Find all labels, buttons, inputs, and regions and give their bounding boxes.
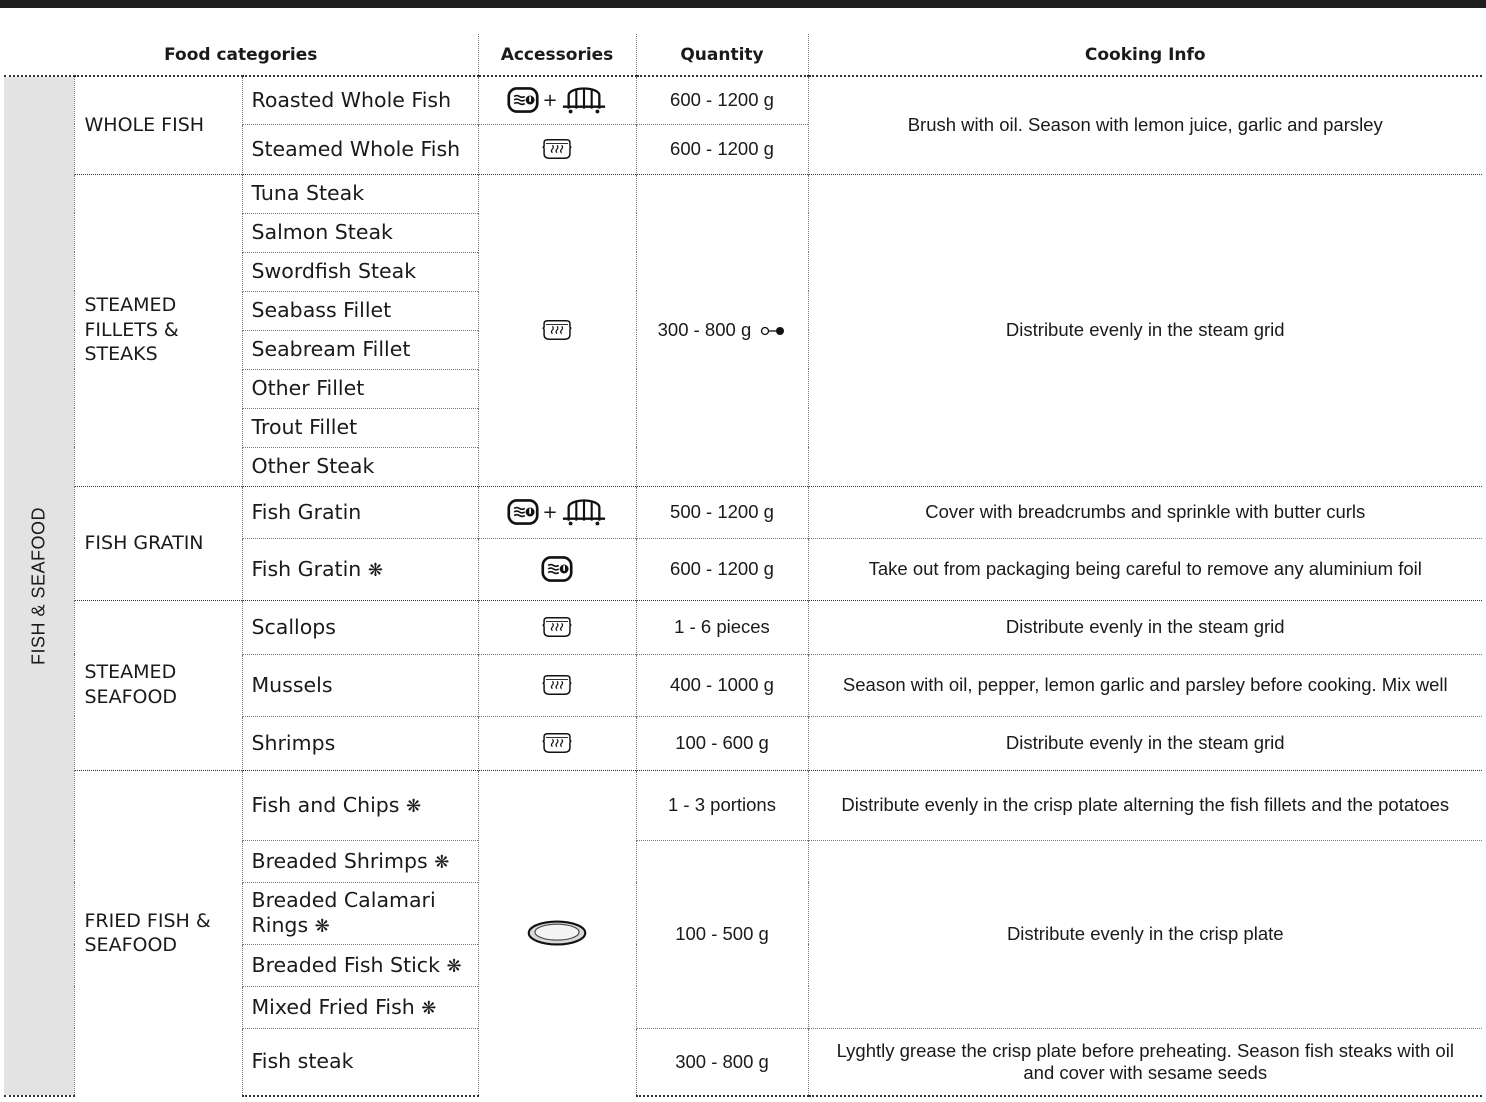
food-label: Breaded Shrimps [251,848,428,873]
quantity-cell: 1 - 6 pieces [635,599,808,654]
quantity-cell: 300 - 800 g [635,173,808,486]
table-row: FISH & SEAFOOD WHOLE FISH Roasted Whole … [4,75,1482,1097]
steamer-icon [540,673,574,697]
category-whole-fish: WHOLE FISH [73,75,242,174]
accessories-cell [477,653,636,716]
food-item: Fish Gratin ❋ [241,537,478,600]
category-steamed-fillets: STEAMED FILLETS & STEAKS [73,173,242,486]
food-item: Mixed Fried Fish ❋ [241,985,478,1028]
snowflake-icon: ❋ [434,851,450,873]
accessories-cell [477,769,636,1096]
snowflake-icon: ❋ [367,559,383,581]
food-item: Fish and Chips ❋ [241,769,478,840]
snowflake-icon: ❋ [314,916,330,937]
food-label: Breaded Fish Stick [251,952,440,977]
accessories-cell: + [477,75,636,124]
quantity-cell: 300 - 800 g [635,1027,808,1097]
food-item: Breaded Calamari Rings ❋ [241,881,478,944]
plus-sign: + [542,501,558,523]
snowflake-icon: ❋ [446,955,462,977]
quantity-cell: 600 - 1200 g [635,75,808,124]
food-item: Tuna Steak [241,173,478,213]
food-item: Other Fillet [241,368,478,408]
rack-icon [561,85,607,115]
steamer-icon [540,615,574,639]
food-label: Fish and Chips [251,792,400,817]
baking-dish-icon [541,555,573,583]
table-row: STEAMED SEAFOOD Scallops 1 - 6 pieces Di… [4,599,1482,770]
food-label: Breaded Calamari Rings [251,888,436,937]
table-row: FRIED FISH & SEAFOOD Fish and Chips ❋ 1 … [4,769,1482,1096]
snowflake-icon: ❋ [421,997,437,1019]
crisp-plate-icon [525,918,589,948]
steamer-icon [540,137,574,161]
recipe-table: Food categories Accessories Quantity Coo… [4,34,1482,1097]
quantity-cell: 100 - 600 g [635,715,808,770]
header-row: Food categories Accessories Quantity Coo… [4,34,1482,77]
quantity-cell: 600 - 1200 g [635,537,808,600]
food-item: Mussels [241,653,478,716]
header-quantity: Quantity [635,34,808,77]
baking-dish-icon [507,498,539,526]
food-item: Fish steak [241,1027,478,1097]
info-cell: Season with oil, pepper, lemon garlic an… [807,653,1482,716]
category-fish-gratin: FISH GRATIN [73,485,242,600]
accessories-cell [477,599,636,654]
top-rule [0,0,1486,8]
rack-icon [561,497,607,527]
accessories-cell [477,123,636,174]
section-label-cell: FISH & SEAFOOD [4,75,74,1097]
food-item: Shrimps [241,715,478,770]
accessories-cell: + [477,485,636,538]
food-item: Scallops [241,599,478,654]
food-item: Swordfish Steak [241,251,478,291]
steamer-icon [540,731,574,755]
table-row: FISH GRATIN Fish Gratin + 500 - 1200 g C… [4,485,1482,600]
food-item: Other Steak [241,446,478,486]
quantity-cell: 600 - 1200 g [635,123,808,174]
quantity-cell: 100 - 500 g [635,839,808,1028]
section-label: FISH & SEAFOOD [28,506,49,666]
snowflake-icon: ❋ [406,795,422,817]
category-fried-fish: FRIED FISH & SEAFOOD [73,769,242,1096]
food-item: Salmon Steak [241,212,478,252]
info-cell: Distribute evenly in the crisp plate alt… [807,769,1482,840]
food-item: Trout Fillet [241,407,478,447]
info-cell: Brush with oil. Season with lemon juice,… [807,75,1482,174]
info-cell: Distribute evenly in the crisp plate [807,839,1482,1028]
header-food-categories: Food categories [4,34,478,77]
header-accessories: Accessories [477,34,636,77]
accessories-cell [477,715,636,770]
food-item: Fish Gratin [241,485,478,538]
table-row: STEAMED FILLETS & STEAKS Tuna Steak 300 … [4,173,1482,486]
header-cooking-info: Cooking Info [807,34,1482,77]
food-item: Seabass Fillet [241,290,478,330]
accessories-cell [477,173,636,486]
info-cell: Distribute evenly in the steam grid [807,599,1482,654]
steamer-icon [540,318,574,342]
food-item: Seabream Fillet [241,329,478,369]
quantity-cell: 400 - 1000 g [635,653,808,716]
category-steamed-seafood: STEAMED SEAFOOD [73,599,242,770]
accessories-cell [477,537,636,600]
food-label: Fish Gratin [251,556,362,581]
food-item: Steamed Whole Fish [241,123,478,174]
quantity-cell: 500 - 1200 g [635,485,808,538]
food-item: Roasted Whole Fish [241,75,478,124]
info-cell: Distribute evenly in the steam grid [807,173,1482,486]
food-label: Mixed Fried Fish [251,994,415,1019]
quantity-cell: 1 - 3 portions [635,769,808,840]
food-item: Breaded Shrimps ❋ [241,839,478,882]
info-cell: Distribute evenly in the steam grid [807,715,1482,770]
baking-dish-icon [507,86,539,114]
preheat-icon [761,326,785,336]
info-cell: Take out from packaging being careful to… [807,537,1482,600]
quantity-value: 300 - 800 g [657,319,752,340]
info-cell: Lyghtly grease the crisp plate before pr… [807,1027,1482,1097]
food-item: Breaded Fish Stick ❋ [241,943,478,986]
plus-sign: + [542,89,558,111]
info-cell: Cover with breadcrumbs and sprinkle with… [807,485,1482,538]
